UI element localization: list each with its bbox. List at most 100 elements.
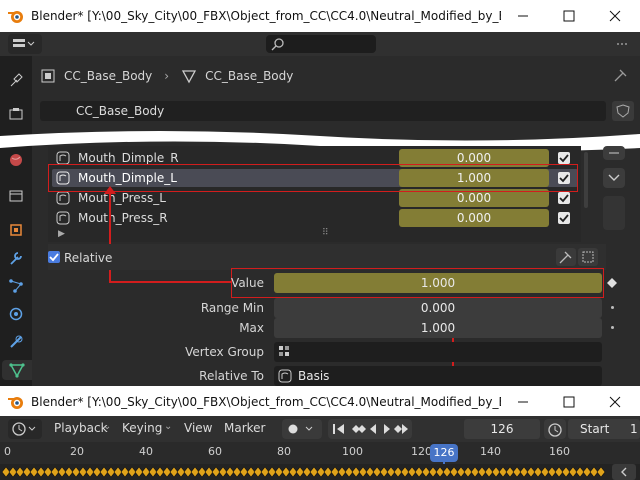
start-value: 1	[630, 422, 638, 436]
relative-to-label: Relative To	[199, 369, 264, 383]
start-label: Start	[580, 422, 610, 436]
relative-checkbox[interactable]	[48, 251, 60, 263]
move-shape-key-buttons[interactable]	[603, 196, 625, 230]
tab-collection[interactable]	[6, 186, 26, 206]
shape-key-mute-checkbox[interactable]	[558, 192, 570, 204]
start-frame-field[interactable]: Start 1	[568, 419, 640, 439]
shape-key-icon	[56, 191, 70, 205]
range-min-value: 0.000	[420, 301, 456, 315]
remove-shape-key-button[interactable]	[603, 146, 625, 160]
particles-icon	[9, 279, 23, 293]
menu-view[interactable]: View	[184, 421, 212, 435]
preview-range-toggle[interactable]	[544, 419, 566, 439]
minimize-button[interactable]	[500, 0, 546, 32]
value-label: Value	[231, 276, 264, 290]
shape-key-name: Mouth_Press_R	[78, 211, 168, 225]
keyframe-diamond-icon[interactable]	[607, 278, 617, 288]
playback-controls[interactable]	[328, 419, 412, 439]
relative-to-field[interactable]: Basis	[274, 366, 602, 386]
shield-icon	[616, 104, 630, 118]
shape-key-specials-button[interactable]	[603, 168, 625, 188]
blender-logo-icon	[8, 11, 23, 23]
constraints-icon	[10, 335, 23, 348]
arrow-up-icon	[104, 186, 116, 194]
max-field[interactable]: 1.000	[274, 318, 602, 338]
tab-particles[interactable]	[6, 276, 26, 296]
auto-keying-toggle[interactable]	[282, 419, 322, 439]
mesh-data-icon	[9, 363, 25, 378]
minimize-icon	[518, 15, 528, 17]
playhead[interactable]: 126	[430, 444, 458, 462]
maximize-button[interactable]	[546, 386, 592, 418]
minimize-icon	[518, 401, 528, 403]
shape-key-mute-checkbox[interactable]	[558, 212, 570, 224]
list-item[interactable]: Mouth_Press_R 0.000	[52, 209, 578, 227]
timeline-editor-type[interactable]	[8, 419, 42, 439]
timeline-ruler[interactable]	[0, 442, 640, 464]
pin-icon	[559, 251, 572, 264]
shape-key-icon	[56, 151, 70, 165]
collection-box-icon	[9, 190, 23, 202]
range-min-field[interactable]: 0.000	[274, 298, 602, 318]
close-icon	[609, 10, 621, 22]
breadcrumb: CC_Base_Body › CC_Base_Body	[40, 66, 293, 86]
tab-tool[interactable]	[6, 70, 26, 90]
maximize-button[interactable]	[546, 0, 592, 32]
shape-key-icon	[56, 211, 70, 225]
window-title: Blender* [Y:\00_Sky_City\00_FBX\Object_f…	[31, 395, 501, 409]
expand-triangle-icon[interactable]: ▶	[58, 229, 65, 239]
search-field[interactable]	[266, 35, 376, 53]
keyframe-dot-icon[interactable]	[611, 326, 614, 329]
close-button[interactable]	[592, 0, 638, 32]
close-button[interactable]	[592, 386, 638, 418]
minimize-button[interactable]	[500, 386, 546, 418]
shape-lock-button[interactable]	[556, 248, 576, 266]
tab-render[interactable]	[6, 104, 26, 124]
keyframe-diamonds	[1, 466, 606, 478]
wrench-screwdriver-icon	[10, 73, 23, 87]
record-dot-icon	[288, 424, 313, 434]
tab-modifiers[interactable]	[6, 248, 26, 268]
max-label: Max	[239, 321, 264, 335]
zoom-collapse-button[interactable]	[612, 464, 636, 480]
fake-user-button[interactable]	[612, 101, 634, 121]
menu-playback[interactable]: Playback	[54, 421, 108, 435]
pin-icon[interactable]	[614, 68, 628, 85]
shape-key-mute-checkbox[interactable]	[558, 152, 570, 164]
check-icon	[49, 253, 59, 262]
chevron-right-icon: ›	[164, 69, 170, 83]
tab-constraints[interactable]	[6, 332, 26, 352]
check-icon	[559, 214, 569, 223]
keyframe-track[interactable]	[0, 464, 640, 480]
tick-label: 20	[70, 445, 84, 458]
data-name-value: CC_Base_Body	[76, 104, 165, 118]
vertex-group-field[interactable]	[274, 342, 602, 362]
value-slider[interactable]: 1.000	[274, 273, 602, 293]
tab-data[interactable]	[2, 360, 32, 380]
tab-object[interactable]	[6, 220, 26, 240]
breadcrumb-mesh: CC_Base_Body	[205, 69, 294, 83]
current-frame-field[interactable]: 126	[464, 419, 540, 439]
keyframe-diamond[interactable]	[596, 466, 606, 478]
menu-marker[interactable]: Marker	[224, 421, 265, 435]
timeline-title-bar: Blender* [Y:\00_Sky_City\00_FBX\Object_f…	[0, 386, 640, 418]
list-scrollbar[interactable]	[584, 152, 588, 208]
chevron-down-icon: ⌄	[103, 421, 112, 432]
vertex-group-icon	[279, 346, 289, 356]
menu-keying[interactable]: Keying	[122, 421, 162, 435]
chevron-left-icon	[621, 467, 627, 477]
relative-to-value: Basis	[298, 369, 330, 383]
clock-icon	[12, 422, 36, 436]
shape-key-value[interactable]: 0.000	[399, 209, 549, 227]
window-title: Blender* [Y:\00_Sky_City\00_FBX\Object_f…	[31, 9, 501, 23]
options-dots-icon[interactable]	[614, 36, 630, 55]
editor-type-dropdown[interactable]	[8, 34, 42, 54]
relative-row	[48, 244, 606, 270]
data-name-field[interactable]: CC_Base_Body	[40, 101, 606, 121]
chevron-down-icon	[608, 174, 620, 181]
edit-mode-button[interactable]	[578, 248, 598, 266]
stopwatch-icon	[548, 423, 562, 437]
keyframe-dot-icon[interactable]	[611, 306, 614, 309]
resize-grip-icon[interactable]: ⠿	[322, 228, 329, 238]
tab-physics[interactable]	[6, 304, 26, 324]
